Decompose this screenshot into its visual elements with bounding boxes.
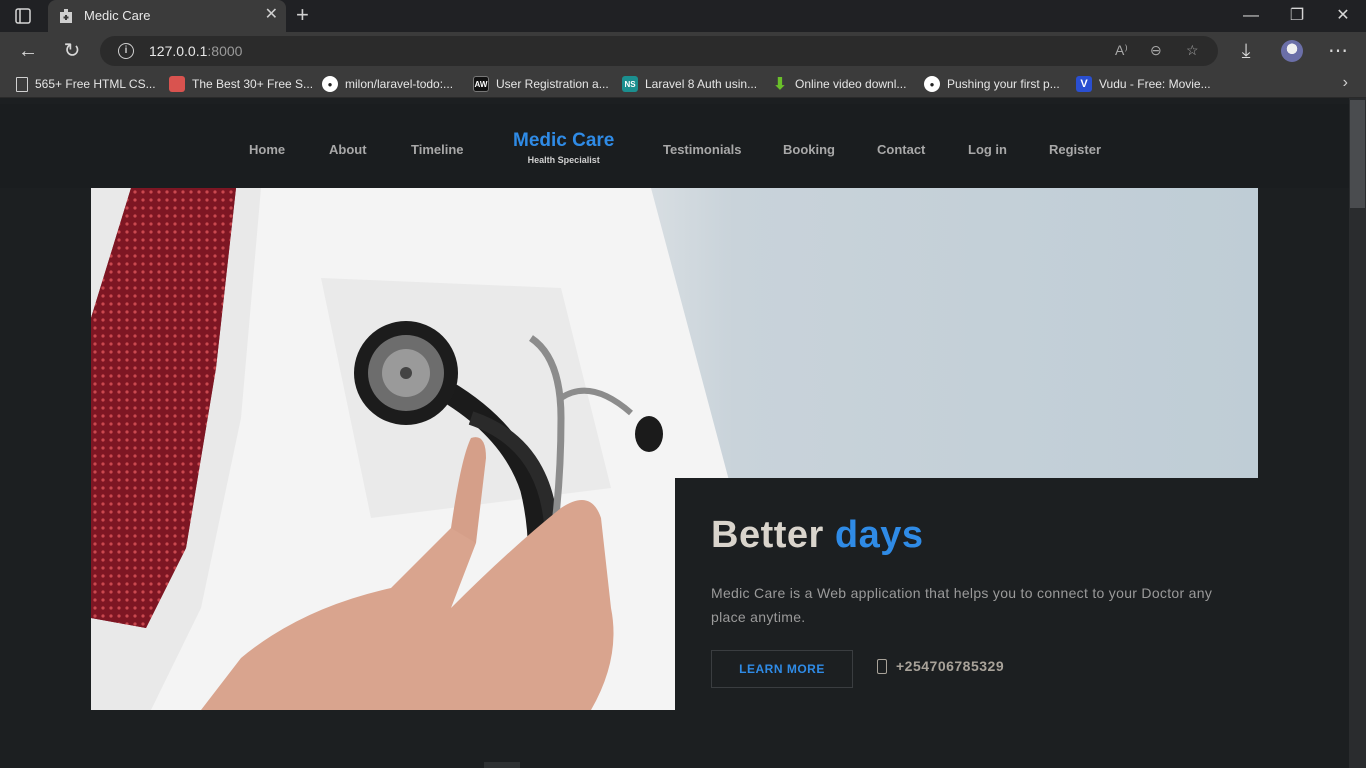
url-text[interactable]: 127.0.0.1:8000 — [149, 43, 242, 59]
browser-tab-bar: Medic Care ✕ + — ❐ ✕ — [0, 0, 1366, 32]
browser-tab-active[interactable]: Medic Care ✕ — [48, 0, 286, 32]
nav-link-timeline[interactable]: Timeline — [411, 142, 464, 157]
bookmark-red-icon — [169, 76, 185, 92]
bookmark-item[interactable]: 565+ Free HTML CS... — [16, 75, 156, 93]
tab-close-icon[interactable]: ✕ — [265, 6, 278, 24]
phone-contact[interactable]: +254706785329 — [877, 658, 1004, 674]
bookmark-item[interactable]: ● milon/laravel-todo:... — [322, 75, 453, 93]
nav-link-about[interactable]: About — [329, 142, 367, 157]
brand-name: Medic Care — [513, 130, 615, 151]
nav-link-login[interactable]: Log in — [968, 142, 1007, 157]
nav-link-testimonials[interactable]: Testimonials — [663, 142, 742, 157]
back-arrow-icon[interactable]: ← — [17, 40, 39, 62]
reload-icon[interactable]: ↻ — [61, 40, 83, 62]
brand-logo[interactable]: Medic Care Health Specialist — [513, 130, 614, 165]
download-arrow-icon: ⬇ — [773, 76, 787, 93]
nav-link-contact[interactable]: Contact — [877, 142, 925, 157]
address-bar[interactable]: i 127.0.0.1:8000 A⁾ ⊖ ☆ — [100, 36, 1218, 66]
web-page: Home About Timeline Medic Care Health Sp… — [0, 98, 1366, 768]
scrollbar-thumb[interactable] — [1350, 100, 1365, 208]
tab-actions-icon[interactable] — [14, 7, 32, 25]
learn-more-button[interactable]: LEARN MORE — [711, 650, 853, 688]
minimize-icon[interactable]: — — [1241, 6, 1261, 26]
page-scrollbar[interactable] — [1349, 98, 1366, 768]
profile-avatar[interactable] — [1281, 40, 1303, 62]
bookmarks-bar: 565+ Free HTML CS... The Best 30+ Free S… — [0, 70, 1366, 98]
vudu-icon: V — [1076, 76, 1092, 92]
bookmark-item[interactable]: ⬇ Online video downl... — [772, 75, 906, 93]
read-aloud-icon[interactable]: A⁾ — [1115, 42, 1128, 59]
phone-number: +254706785329 — [896, 658, 1005, 674]
site-info-icon[interactable]: i — [118, 43, 134, 59]
bottom-indicator — [484, 762, 520, 768]
brand-subtitle: Health Specialist — [527, 155, 600, 165]
close-window-icon[interactable]: ✕ — [1333, 6, 1353, 26]
github-icon: ● — [322, 76, 338, 92]
github-icon: ● — [924, 76, 940, 92]
new-tab-plus-icon[interactable]: + — [296, 3, 309, 27]
zoom-icon[interactable]: ⊖ — [1150, 42, 1162, 59]
bookmark-item[interactable]: AW User Registration a... — [473, 75, 609, 93]
hero-description: Medic Care is a Web application that hel… — [711, 585, 1213, 625]
bookmark-item[interactable]: The Best 30+ Free S... — [169, 75, 313, 93]
tab-title: Medic Care — [84, 8, 151, 23]
chevron-right-icon[interactable]: › — [1343, 74, 1348, 92]
ns-icon: NS — [622, 76, 638, 92]
bookmark-item[interactable]: NS Laravel 8 Auth usin... — [622, 75, 757, 93]
add-favorite-icon[interactable]: ☆ — [1186, 42, 1199, 59]
site-navbar: Home About Timeline Medic Care Health Sp… — [0, 104, 1349, 188]
bookmark-item[interactable]: ● Pushing your first p... — [924, 75, 1060, 93]
hero-text-card: Better days Medic Care is a Web applicat… — [675, 478, 1258, 768]
browser-toolbar: ← ↻ i 127.0.0.1:8000 A⁾ ⊖ ☆ ⤓ ⋯ — [0, 32, 1366, 70]
aw-icon: AW — [473, 76, 489, 92]
nav-link-register[interactable]: Register — [1049, 142, 1101, 157]
more-menu-icon[interactable]: ⋯ — [1327, 40, 1349, 62]
nav-link-home[interactable]: Home — [249, 142, 285, 157]
hero-title: Better days — [711, 514, 924, 556]
mobile-phone-icon — [877, 658, 887, 674]
hospital-favicon-icon — [58, 8, 74, 24]
nav-link-booking[interactable]: Booking — [783, 142, 835, 157]
restore-window-icon[interactable]: ❐ — [1287, 6, 1307, 26]
downloads-icon[interactable]: ⤓ — [1235, 40, 1257, 62]
bookmark-item[interactable]: V Vudu - Free: Movie... — [1076, 75, 1211, 93]
page-icon — [16, 76, 28, 92]
